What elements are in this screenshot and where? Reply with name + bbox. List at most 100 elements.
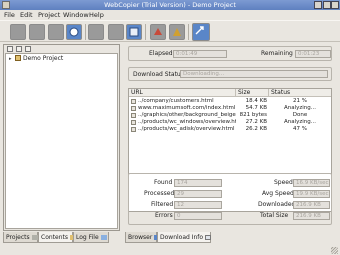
close-icon[interactable] bbox=[331, 1, 339, 9]
project-tree[interactable]: ▸ Demo Project bbox=[5, 53, 118, 229]
browse-icon[interactable] bbox=[192, 23, 210, 41]
menu-edit[interactable]: Edit bbox=[20, 11, 33, 19]
file-icon bbox=[131, 127, 136, 132]
toolbar-separator bbox=[188, 24, 189, 40]
row-status: 21 % bbox=[293, 98, 307, 104]
tab-label: Projects bbox=[6, 234, 30, 241]
tab-download-info[interactable]: Download Info bbox=[157, 232, 212, 243]
download-status-label: Download Status bbox=[133, 71, 184, 78]
expand-icon[interactable]: ▸ bbox=[9, 56, 12, 62]
properties-icon[interactable] bbox=[66, 24, 82, 40]
remaining-value: 0:01:23 bbox=[295, 50, 331, 58]
downloaded-label: Downloaded bbox=[258, 201, 296, 208]
window-title: WebCopier (Trial Version) - Demo Project bbox=[104, 1, 236, 9]
menu-bar: File Edit Project Window Help bbox=[0, 10, 340, 20]
menu-file[interactable]: File bbox=[4, 11, 15, 19]
table-row[interactable]: ../products/wc_adisk/overview.html 26.2 … bbox=[129, 126, 331, 133]
row-status: Analyzing... bbox=[283, 105, 317, 111]
elapsed-label: Elapsed bbox=[149, 50, 173, 57]
minimize-icon[interactable] bbox=[314, 1, 322, 9]
stop-icon[interactable] bbox=[108, 24, 124, 40]
open-icon[interactable] bbox=[29, 24, 45, 40]
download-status-value: Downloading... bbox=[180, 70, 328, 78]
stats-panel: Found 174 Processed 29 Filtered 12 Error… bbox=[128, 173, 332, 225]
row-url: ../company/customers.html bbox=[138, 98, 214, 104]
toolbar-separator bbox=[145, 24, 146, 40]
toolbar bbox=[0, 20, 340, 42]
status-bar bbox=[0, 245, 340, 255]
resume-icon[interactable] bbox=[150, 24, 166, 40]
found-label: Found bbox=[154, 179, 173, 186]
log-icon bbox=[100, 235, 107, 240]
filtered-label: Filtered bbox=[151, 201, 174, 208]
table-row[interactable]: ../graphics/other/background_beige.gif 8… bbox=[129, 112, 331, 119]
processed-value: 29 bbox=[174, 190, 222, 198]
avg-speed-value: 19.9 KB/sec bbox=[293, 190, 330, 198]
file-icon bbox=[131, 99, 136, 104]
download-info-pane: Elapsed 0:01:49 Remaining 0:01:23 Downlo… bbox=[125, 44, 335, 231]
column-size[interactable]: Size bbox=[236, 89, 269, 97]
processed-label: Processed bbox=[144, 190, 175, 197]
row-status: Analyzing... bbox=[283, 119, 317, 125]
row-size: 821 bytes bbox=[239, 112, 267, 118]
right-tab-bar: Browser Download Info bbox=[125, 232, 245, 243]
save-icon[interactable] bbox=[48, 24, 64, 40]
table-header: URL Size Status bbox=[129, 89, 331, 97]
filtered-value: 12 bbox=[174, 201, 222, 209]
column-status[interactable]: Status bbox=[269, 89, 331, 97]
speed-label: Speed bbox=[274, 179, 293, 186]
time-panel: Elapsed 0:01:49 Remaining 0:01:23 bbox=[128, 46, 332, 61]
row-status: Done bbox=[292, 112, 308, 118]
title-bar: WebCopier (Trial Version) - Demo Project bbox=[0, 0, 340, 10]
add-icon[interactable] bbox=[7, 46, 13, 52]
total-size-value: 216.9 KB bbox=[293, 212, 330, 220]
resize-grip-icon[interactable] bbox=[331, 247, 338, 254]
schedule-icon[interactable] bbox=[169, 24, 185, 40]
row-url: www.maximumsoft.com/index.html bbox=[138, 105, 236, 111]
toolbar-separator bbox=[85, 24, 86, 40]
menu-window[interactable]: Window bbox=[63, 11, 89, 19]
info-icon bbox=[205, 235, 212, 240]
row-size: 54.7 KB bbox=[245, 105, 267, 111]
projects-icon bbox=[31, 235, 38, 240]
maximize-icon[interactable] bbox=[323, 1, 331, 9]
row-size: 18.4 KB bbox=[245, 98, 267, 104]
tab-browser[interactable]: Browser bbox=[125, 232, 161, 243]
tab-label: Contents bbox=[41, 234, 68, 241]
row-url: ../graphics/other/background_beige.gif bbox=[138, 112, 236, 118]
row-size: 27.2 KB bbox=[245, 119, 267, 125]
table-row[interactable]: ../company/customers.html 18.4 KB 21 % bbox=[129, 98, 331, 105]
column-url[interactable]: URL bbox=[129, 89, 236, 97]
file-icon bbox=[131, 106, 136, 111]
errors-value: 0 bbox=[174, 212, 222, 220]
start-icon[interactable] bbox=[88, 24, 104, 40]
elapsed-value: 0:01:49 bbox=[173, 50, 227, 58]
delete-icon[interactable] bbox=[25, 46, 31, 52]
copy-icon[interactable] bbox=[16, 46, 22, 52]
project-pane: ▸ Demo Project bbox=[3, 44, 120, 231]
avg-speed-label: Avg Speed bbox=[262, 190, 294, 197]
tab-log-file[interactable]: Log File bbox=[73, 232, 109, 243]
tree-item-label: Demo Project bbox=[23, 54, 64, 62]
tab-label: Log File bbox=[76, 234, 99, 241]
file-icon bbox=[131, 120, 136, 125]
file-icon bbox=[131, 113, 136, 118]
tab-label: Browser bbox=[128, 234, 153, 241]
remaining-label: Remaining bbox=[261, 50, 293, 57]
table-row[interactable]: www.maximumsoft.com/index.html 54.7 KB A… bbox=[129, 105, 331, 112]
menu-help[interactable]: Help bbox=[89, 11, 104, 19]
new-project-icon[interactable] bbox=[10, 24, 26, 40]
status-panel: Download Status Downloading... bbox=[128, 67, 332, 81]
table-row[interactable]: ../products/wc_windows/overview.html 27.… bbox=[129, 119, 331, 126]
pause-icon[interactable] bbox=[126, 24, 142, 40]
total-size-label: Total Size bbox=[260, 212, 289, 219]
tab-projects[interactable]: Projects bbox=[3, 232, 38, 243]
downloaded-value: 216.9 KB bbox=[293, 201, 330, 209]
left-tab-bar: Projects Contents Log File bbox=[3, 232, 120, 243]
tab-contents[interactable]: Contents bbox=[38, 232, 76, 243]
row-status: 47 % bbox=[293, 126, 307, 132]
row-url: ../products/wc_windows/overview.html bbox=[138, 119, 236, 125]
project-icon bbox=[15, 55, 21, 61]
menu-project[interactable]: Project bbox=[38, 11, 60, 19]
row-url: ../products/wc_adisk/overview.html bbox=[138, 126, 235, 132]
